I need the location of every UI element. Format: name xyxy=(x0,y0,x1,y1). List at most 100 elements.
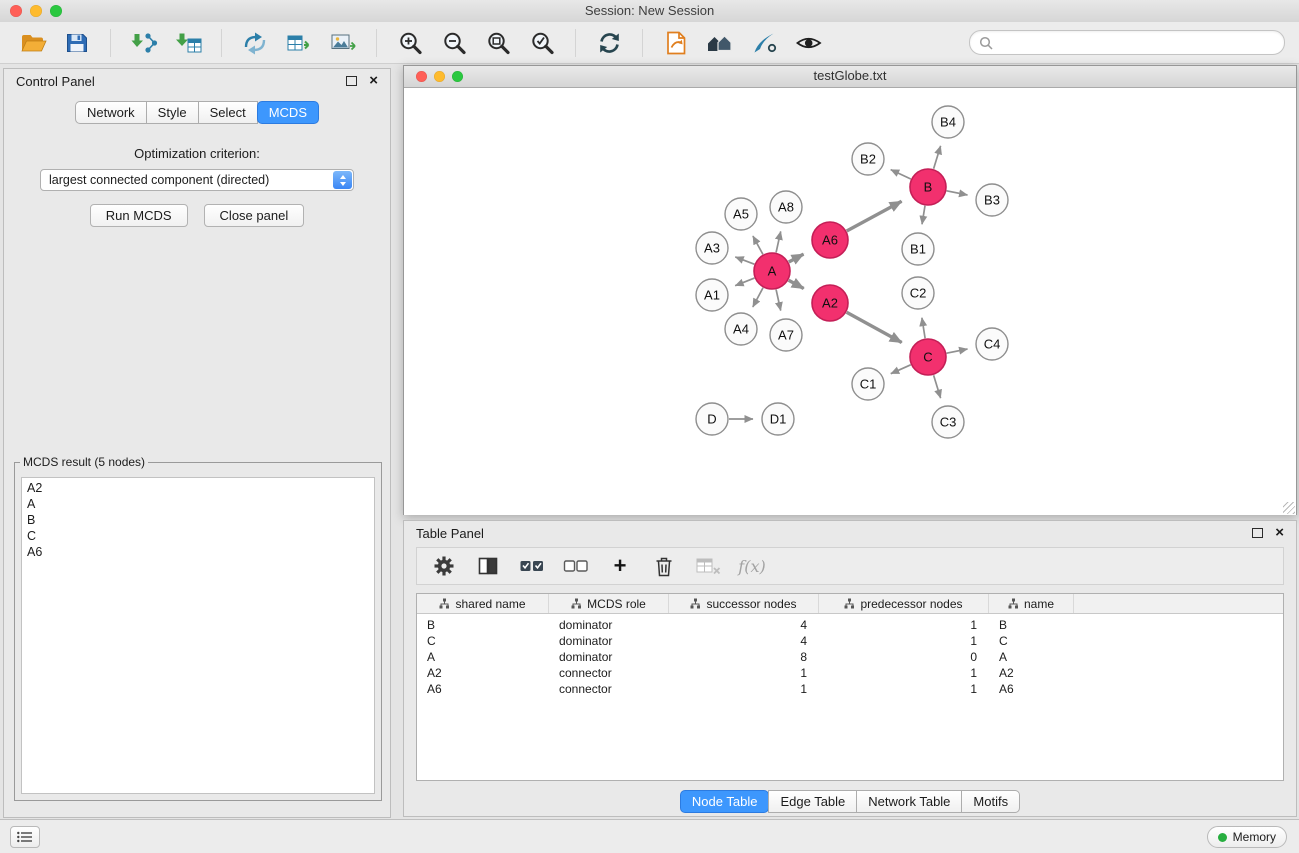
table-row-A6[interactable]: A6connector11A6 xyxy=(417,681,1283,697)
edge-A6-B[interactable] xyxy=(847,201,902,231)
tab-network-table[interactable]: Network Table xyxy=(856,790,962,813)
node-B2[interactable]: B2 xyxy=(852,143,884,175)
resize-grip-icon[interactable] xyxy=(1283,502,1295,514)
node-D1[interactable]: D1 xyxy=(762,403,794,435)
result-item-C[interactable]: C xyxy=(22,528,374,544)
float-table-panel-icon[interactable] xyxy=(1252,528,1263,538)
home-button[interactable] xyxy=(701,27,739,59)
import-network-button[interactable] xyxy=(125,27,163,59)
node-C2[interactable]: C2 xyxy=(902,277,934,309)
apply-layout-button[interactable] xyxy=(590,27,628,59)
node-A2[interactable]: A2 xyxy=(812,285,848,321)
node-C4[interactable]: C4 xyxy=(976,328,1008,360)
show-columns-button[interactable] xyxy=(471,551,505,581)
edge-B-B1[interactable] xyxy=(922,206,925,225)
column-header-MCDS-role[interactable]: MCDS role xyxy=(549,594,669,613)
node-C3[interactable]: C3 xyxy=(932,406,964,438)
node-A[interactable]: A xyxy=(754,253,790,289)
search-input[interactable] xyxy=(999,34,1275,51)
zoom-in-button[interactable] xyxy=(391,27,429,59)
close-network-window-button[interactable] xyxy=(416,71,427,82)
table-settings-button[interactable] xyxy=(427,551,461,581)
result-item-A2[interactable]: A2 xyxy=(22,480,374,496)
node-B1[interactable]: B1 xyxy=(902,233,934,265)
network-canvas[interactable]: AA6A2BCA5A8A3A1A4A7B1B2B3B4C1C2C3C4DD1 xyxy=(404,88,1296,515)
export-image-button[interactable] xyxy=(324,27,362,59)
result-item-B[interactable]: B xyxy=(22,512,374,528)
delete-table-button[interactable] xyxy=(691,551,725,581)
open-session-button[interactable] xyxy=(14,27,52,59)
edge-A-A8[interactable] xyxy=(776,231,781,252)
show-hide-button[interactable] xyxy=(789,27,827,59)
float-panel-icon[interactable] xyxy=(346,76,357,86)
node-A4[interactable]: A4 xyxy=(725,313,757,345)
edge-A-A3[interactable] xyxy=(735,257,754,264)
edge-B-B4[interactable] xyxy=(934,146,941,169)
tab-style[interactable]: Style xyxy=(146,101,199,124)
table-row-B[interactable]: Bdominator41B xyxy=(417,617,1283,633)
node-B[interactable]: B xyxy=(910,169,946,205)
node-C[interactable]: C xyxy=(910,339,946,375)
export-network-button[interactable] xyxy=(236,27,274,59)
style-brush-button[interactable] xyxy=(745,27,783,59)
node-B3[interactable]: B3 xyxy=(976,184,1008,216)
close-window-button[interactable] xyxy=(10,5,22,17)
tab-select[interactable]: Select xyxy=(198,101,258,124)
maximize-network-window-button[interactable] xyxy=(452,71,463,82)
edge-C-C1[interactable] xyxy=(891,365,911,374)
table-row-A[interactable]: Adominator80A xyxy=(417,649,1283,665)
column-header-name[interactable]: name xyxy=(989,594,1074,613)
table-row-C[interactable]: Cdominator41C xyxy=(417,633,1283,649)
node-A7[interactable]: A7 xyxy=(770,319,802,351)
edge-C-C3[interactable] xyxy=(934,375,941,398)
maximize-window-button[interactable] xyxy=(50,5,62,17)
column-header-successor-nodes[interactable]: successor nodes xyxy=(669,594,819,613)
edge-A2-C[interactable] xyxy=(847,312,902,342)
network-document-button[interactable] xyxy=(657,27,695,59)
zoom-out-button[interactable] xyxy=(435,27,473,59)
network-canvas-svg[interactable]: AA6A2BCA5A8A3A1A4A7B1B2B3B4C1C2C3C4DD1 xyxy=(404,88,1296,515)
tab-motifs[interactable]: Motifs xyxy=(961,790,1020,813)
edge-A-A7[interactable] xyxy=(776,290,781,311)
column-header-predecessor-nodes[interactable]: predecessor nodes xyxy=(819,594,989,613)
export-table-button[interactable] xyxy=(280,27,318,59)
edge-A-A4[interactable] xyxy=(753,288,763,307)
minimize-window-button[interactable] xyxy=(30,5,42,17)
node-A6[interactable]: A6 xyxy=(812,222,848,258)
zoom-fit-button[interactable] xyxy=(479,27,517,59)
edge-C-C2[interactable] xyxy=(922,318,925,339)
edge-A-A5[interactable] xyxy=(753,236,763,254)
table-row-A2[interactable]: A2connector11A2 xyxy=(417,665,1283,681)
tab-network[interactable]: Network xyxy=(75,101,147,124)
zoom-selected-button[interactable] xyxy=(523,27,561,59)
function-builder-button[interactable]: f(x) xyxy=(735,551,769,581)
select-all-button[interactable] xyxy=(515,551,549,581)
column-header-shared-name[interactable]: shared name xyxy=(417,594,549,613)
search-box[interactable] xyxy=(969,30,1285,55)
tab-edge-table[interactable]: Edge Table xyxy=(768,790,857,813)
memory-button[interactable]: Memory xyxy=(1207,826,1287,848)
deselect-all-button[interactable] xyxy=(559,551,593,581)
import-table-button[interactable] xyxy=(169,27,207,59)
close-panel-button[interactable]: Close panel xyxy=(204,204,305,227)
edge-A-A2[interactable] xyxy=(789,280,804,288)
tab-node-table[interactable]: Node Table xyxy=(680,790,770,813)
edge-B-B2[interactable] xyxy=(891,170,911,179)
delete-column-button[interactable] xyxy=(647,551,681,581)
close-table-panel-icon[interactable]: × xyxy=(1275,527,1284,539)
result-item-A[interactable]: A xyxy=(22,496,374,512)
node-A1[interactable]: A1 xyxy=(696,279,728,311)
tab-mcds[interactable]: MCDS xyxy=(257,101,319,124)
node-A5[interactable]: A5 xyxy=(725,198,757,230)
edge-A-A6[interactable] xyxy=(789,254,804,262)
save-session-button[interactable] xyxy=(58,27,96,59)
result-item-A6[interactable]: A6 xyxy=(22,544,374,560)
node-B4[interactable]: B4 xyxy=(932,106,964,138)
close-control-panel-icon[interactable]: × xyxy=(369,75,378,87)
edge-C-C4[interactable] xyxy=(947,349,968,353)
optimization-dropdown[interactable]: largest connected component (directed) xyxy=(40,169,354,191)
edge-A-A1[interactable] xyxy=(735,278,754,286)
run-mcds-button[interactable]: Run MCDS xyxy=(90,204,188,227)
edge-B-B3[interactable] xyxy=(947,191,968,195)
node-C1[interactable]: C1 xyxy=(852,368,884,400)
